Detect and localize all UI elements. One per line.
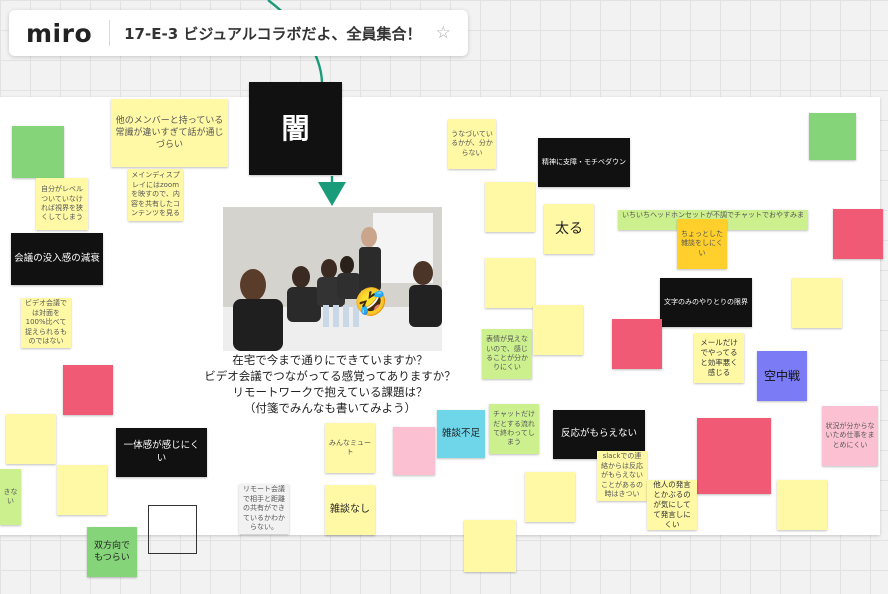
sticky-note[interactable]: うなづいているかが、分からない: [448, 119, 496, 169]
sticky-note-cyan[interactable]: 雑談不足: [437, 410, 485, 458]
sticky-note[interactable]: [777, 480, 827, 530]
sticky-note-black[interactable]: 一体感が感じにくい: [116, 428, 207, 477]
sticky-note[interactable]: 雑談なし: [325, 485, 375, 535]
empty-frame[interactable]: [148, 505, 197, 554]
sticky-note[interactable]: [525, 472, 575, 522]
sticky-note[interactable]: メインディスプレイにはzoomを映すので、内容を共有したコンテンツを見る: [128, 169, 183, 221]
sticky-note-pink[interactable]: [393, 427, 435, 475]
meeting-photo[interactable]: 🤣: [223, 207, 442, 351]
sticky-note[interactable]: [485, 258, 535, 308]
sticky-note-orange[interactable]: ちょっとした雑談をしにくい: [677, 219, 727, 269]
sticky-note-pink[interactable]: 状況が分からないため仕事をまとめにくい: [822, 406, 878, 466]
sticky-note-green[interactable]: 双方向でもつらい: [87, 527, 137, 577]
sticky-note-lime[interactable]: 表情が見えないので、感じることが分かりにくい: [482, 329, 532, 379]
prompt-line-3: リモートワークで抱えている課題は？: [232, 384, 428, 399]
sticky-note-red[interactable]: [63, 365, 113, 415]
prompt-line-4: （付箋でみんなも書いてみよう）: [243, 400, 417, 415]
sticky-note-black[interactable]: 精神に支障・モチベダウン: [538, 138, 630, 187]
star-icon[interactable]: ☆: [436, 23, 451, 43]
sticky-note[interactable]: [57, 465, 107, 515]
sticky-dark-label[interactable]: 闇: [249, 82, 342, 175]
discussion-prompt[interactable]: 在宅で今まで通りにできていますか？ ビデオ会議でつながってる感覚ってありますか？…: [180, 353, 480, 416]
sticky-note[interactable]: ビデオ会議では対面を100%比べて捉えられるものではない: [21, 298, 71, 348]
sticky-note[interactable]: みんなミュート: [325, 423, 375, 473]
sticky-note[interactable]: 他のメンバーと持っている常識が違いすぎて話が通じづらい: [111, 99, 228, 167]
connector-arrows: [267, 0, 346, 206]
sticky-note[interactable]: 他人の発言とかぶるのが気にしてて発言しにくい: [647, 480, 697, 530]
sticky-note-black[interactable]: 文字のみのやりとりの限界: [660, 278, 752, 327]
dark-label-text: 闇: [281, 111, 310, 145]
meeting-photo-image: [223, 207, 442, 351]
prompt-line-1: 在宅で今まで通りにできていますか？: [232, 353, 428, 367]
arrow-head-icon: [318, 182, 346, 206]
header-divider: [109, 20, 111, 46]
board-title[interactable]: 17-E-3 ビジュアルコラボだよ、全員集合！: [124, 23, 421, 44]
sticky-note[interactable]: [464, 520, 516, 572]
sticky-note[interactable]: slackでの連絡からは反応がもらえないことがあるの時はきつい: [597, 451, 647, 501]
sticky-note[interactable]: メールだけでやってると効率悪く感じる: [694, 333, 744, 383]
sticky-note-gray[interactable]: リモート会議で相手と距離の共有ができているかわからない。: [239, 484, 289, 534]
board-header: miro 17-E-3 ビジュアルコラボだよ、全員集合！ ☆: [9, 10, 468, 56]
sticky-note[interactable]: [6, 414, 56, 464]
sticky-note-green[interactable]: [809, 113, 856, 160]
sticky-note[interactable]: [485, 182, 535, 232]
sticky-note-lime[interactable]: きない: [0, 469, 21, 525]
sticky-note-blue[interactable]: 空中戦: [757, 351, 807, 401]
miro-logo[interactable]: miro: [26, 19, 92, 48]
sticky-note-red[interactable]: [833, 209, 883, 259]
sticky-note-black[interactable]: 会議の没入感の減衰: [11, 233, 103, 285]
sticky-note[interactable]: 太る: [544, 204, 594, 254]
sticky-note[interactable]: 自分がレベルついていなければ視界を狭くしてしまう: [36, 178, 88, 230]
sticky-note-red[interactable]: [697, 418, 771, 494]
sticky-note-red[interactable]: [612, 319, 662, 369]
laughing-emoji[interactable]: 🤣: [354, 289, 388, 316]
sticky-note-lime[interactable]: チャットだけだとする流れて終わってしまう: [489, 404, 539, 454]
sticky-note[interactable]: [533, 305, 583, 355]
sticky-note[interactable]: [792, 278, 842, 328]
prompt-line-2: ビデオ会議でつながってる感覚ってありますか？: [204, 368, 456, 383]
sticky-note-green[interactable]: [12, 126, 64, 178]
